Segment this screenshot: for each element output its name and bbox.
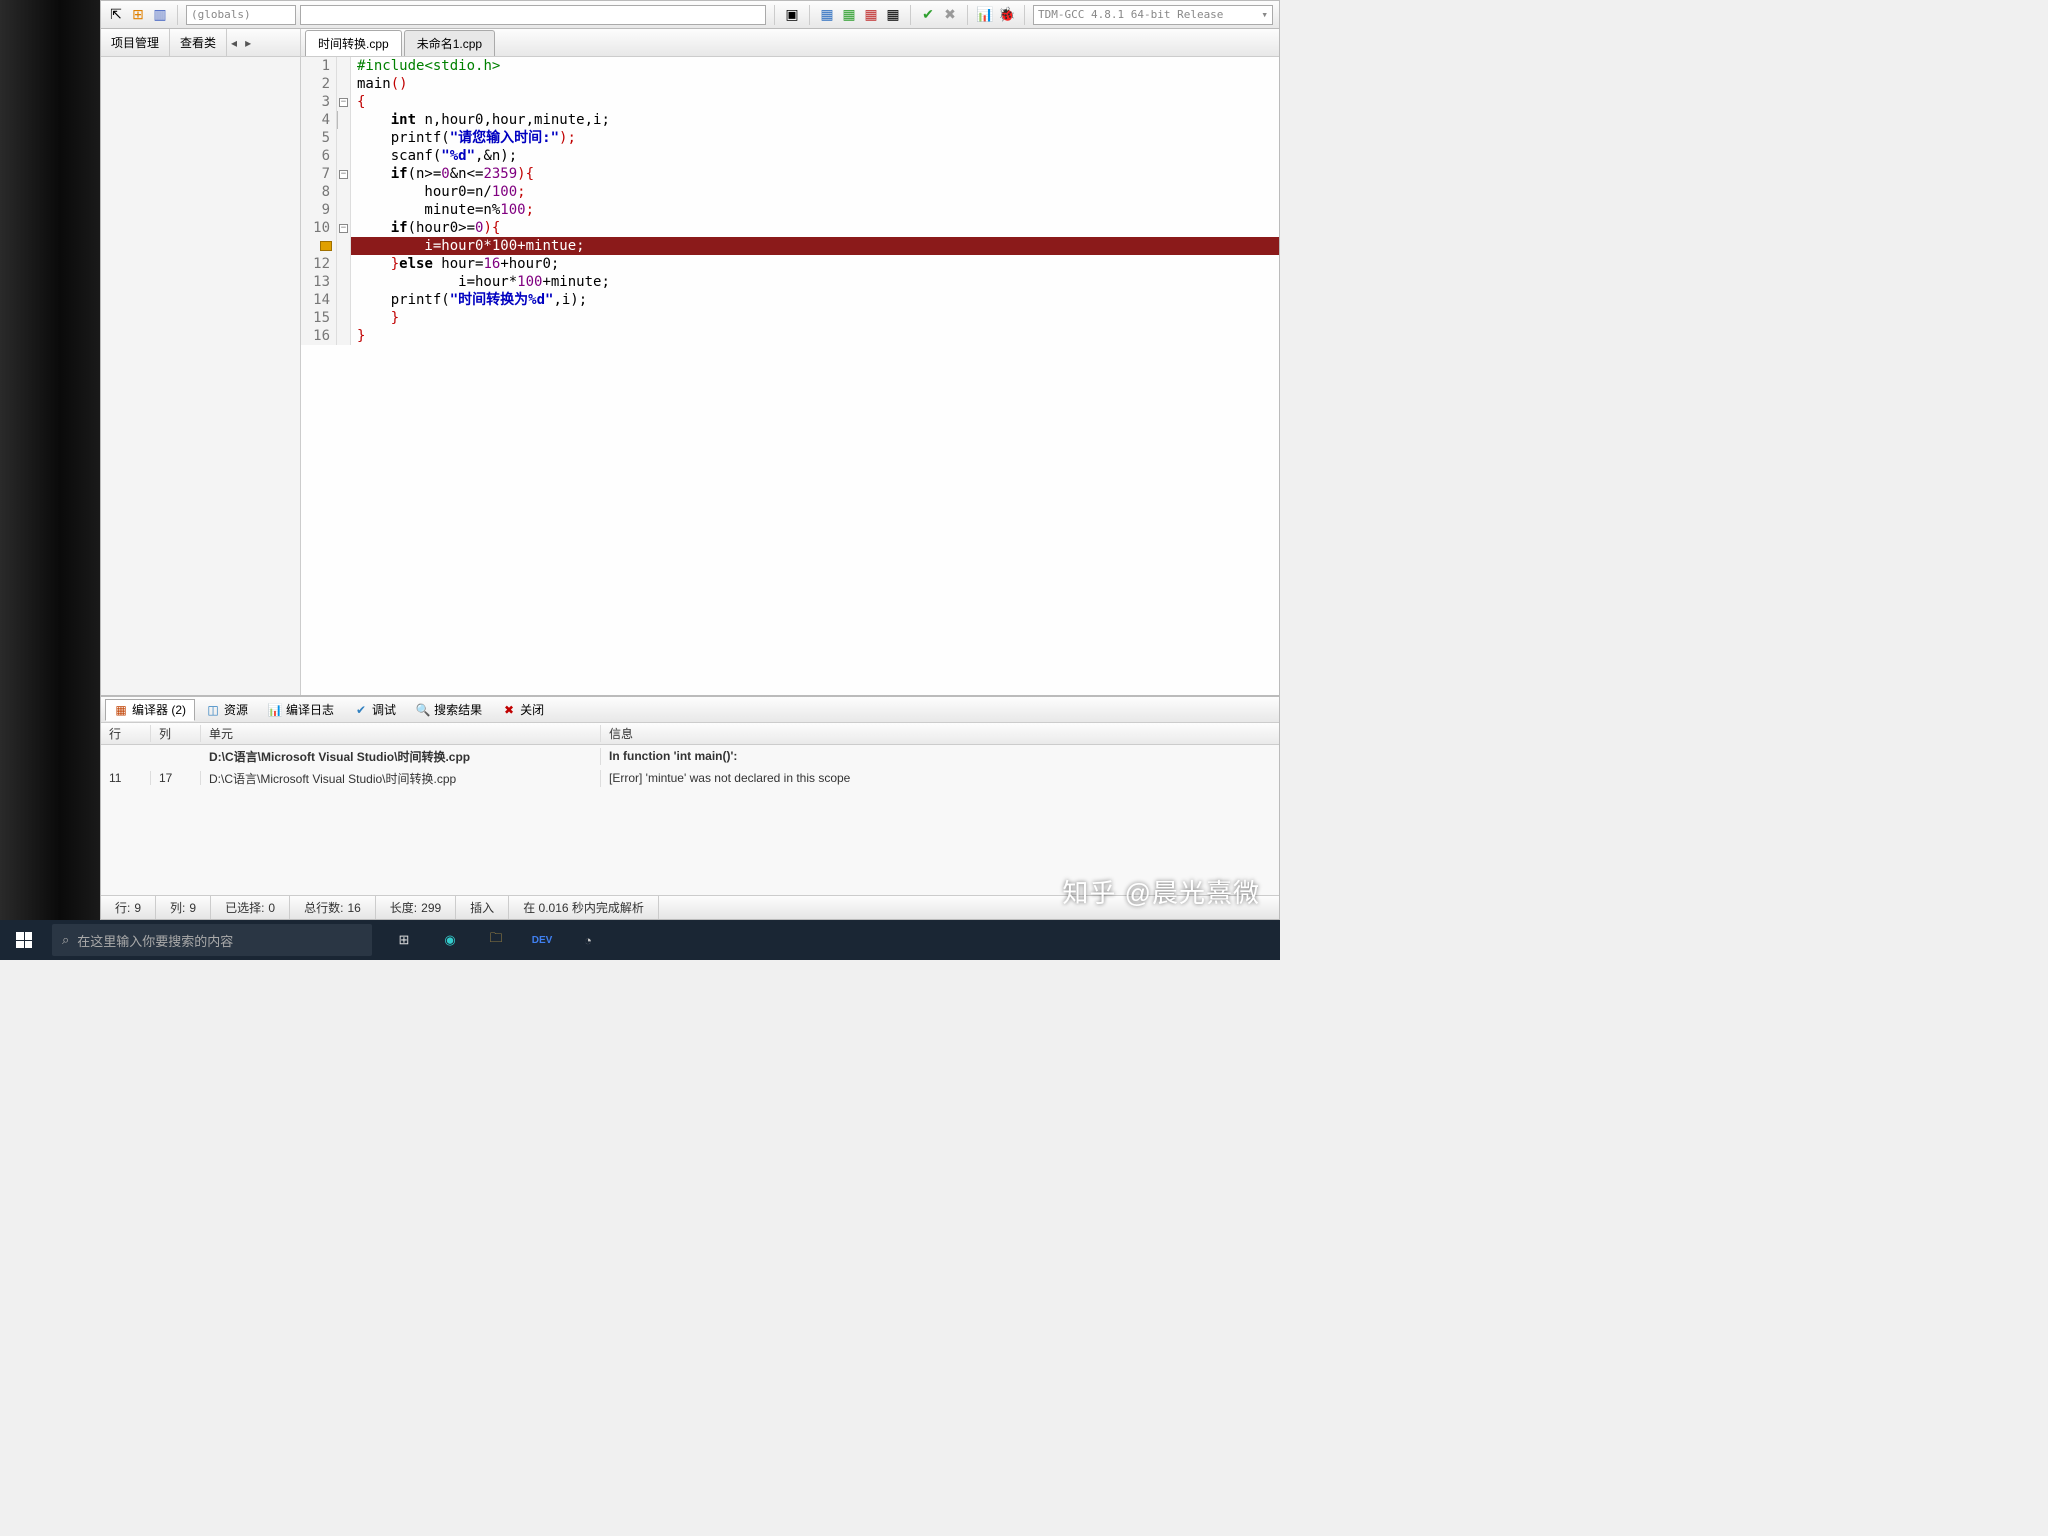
- book-icon[interactable]: ▥: [151, 6, 169, 24]
- close-icon: ✖: [502, 703, 516, 717]
- main-toolbar: ⇱ ⊞ ▥ (globals) ▣ ▦ ▦ ▦ ▦ ✔ ✖ 📊 🐞 TDM-GC…: [101, 1, 1279, 29]
- member-dropdown[interactable]: [300, 5, 766, 25]
- cancel-icon[interactable]: ✖: [941, 6, 959, 24]
- goto-icon[interactable]: ▣: [783, 6, 801, 24]
- tab-next-icon[interactable]: ▸: [241, 36, 255, 50]
- ide-window: ⇱ ⊞ ▥ (globals) ▣ ▦ ▦ ▦ ▦ ✔ ✖ 📊 🐞 TDM-GC…: [100, 0, 1280, 920]
- error-row[interactable]: 11 17 D:\C语言\Microsoft Visual Studio\时间转…: [101, 767, 1279, 789]
- col-line: 行: [101, 725, 151, 742]
- status-col: 列:9: [156, 896, 211, 919]
- window-new-icon[interactable]: ⊞: [129, 6, 147, 24]
- status-line: 行:9: [101, 896, 156, 919]
- col-col: 列: [151, 725, 201, 742]
- search-icon: 🔍: [416, 703, 430, 717]
- rebuild-icon[interactable]: ▦: [884, 6, 902, 24]
- compile-icon[interactable]: ▦: [818, 6, 836, 24]
- compile-run-icon[interactable]: ▦: [862, 6, 880, 24]
- editor-pane: 时间转换.cpp 未命名1.cpp 1#include<stdio.h> 2ma…: [301, 29, 1279, 695]
- check-icon: ✔: [354, 703, 368, 717]
- monitor-bezel: [0, 0, 100, 960]
- explorer-app[interactable]: 🗀: [474, 920, 518, 960]
- grid-icon: ▦: [114, 703, 128, 717]
- window-restore-icon[interactable]: ⇱: [107, 6, 125, 24]
- devcpp-app[interactable]: DEV: [520, 920, 564, 960]
- windows-logo-icon: [16, 932, 32, 948]
- steam-app[interactable]: ◔: [566, 920, 610, 960]
- error-bookmark-icon[interactable]: [301, 237, 337, 255]
- steam-icon: ◔: [584, 933, 592, 948]
- edge-app[interactable]: ◉: [428, 920, 472, 960]
- layers-icon: ◫: [206, 703, 220, 717]
- search-icon: ⌕: [62, 932, 69, 948]
- watermark-text: 知乎 @晨光熹微: [1062, 873, 1260, 910]
- bar-chart-icon: 📊: [268, 703, 282, 717]
- scope-dropdown[interactable]: (globals): [186, 5, 296, 25]
- compiler-dropdown[interactable]: TDM-GCC 4.8.1 64-bit Release▾: [1033, 5, 1273, 25]
- run-icon[interactable]: ▦: [840, 6, 858, 24]
- edge-icon: ◉: [444, 932, 455, 948]
- task-view-icon: ⊞: [399, 932, 410, 948]
- check-icon[interactable]: ✔: [919, 6, 937, 24]
- compile-log-tab[interactable]: 📊编译日志: [259, 699, 343, 721]
- task-view-button[interactable]: ⊞: [382, 920, 426, 960]
- resources-tab[interactable]: ◫资源: [197, 699, 257, 721]
- debug-del-icon[interactable]: 🐞: [998, 6, 1016, 24]
- search-placeholder: 在这里输入你要搜索的内容: [77, 931, 233, 950]
- col-unit: 单元: [201, 725, 601, 742]
- folder-icon: 🗀: [489, 929, 502, 951]
- class-view-tab[interactable]: 查看类: [170, 29, 227, 56]
- file-tab-2[interactable]: 未命名1.cpp: [404, 30, 495, 56]
- status-insert-mode: 插入: [456, 896, 509, 919]
- start-button[interactable]: [0, 920, 48, 960]
- status-selected: 已选择:0: [211, 896, 290, 919]
- output-panel: ▦编译器 (2) ◫资源 📊编译日志 ✔调试 🔍搜索结果 ✖关闭 行 列 单元 …: [101, 695, 1279, 895]
- col-msg: 信息: [601, 725, 1279, 742]
- search-results-tab[interactable]: 🔍搜索结果: [407, 699, 491, 721]
- debug-tab[interactable]: ✔调试: [345, 699, 405, 721]
- tab-prev-icon[interactable]: ◂: [227, 36, 241, 50]
- devcpp-icon: DEV: [532, 935, 553, 946]
- taskbar-search[interactable]: ⌕ 在这里输入你要搜索的内容: [52, 924, 372, 956]
- file-tab-1[interactable]: 时间转换.cpp: [305, 30, 402, 56]
- code-editor[interactable]: 1#include<stdio.h> 2main() 3−{ 4 int n,h…: [301, 57, 1279, 695]
- windows-taskbar: ⌕ 在这里输入你要搜索的内容 ⊞ ◉ 🗀 DEV ◔: [0, 920, 1280, 960]
- status-total-lines: 总行数:16: [290, 896, 376, 919]
- error-row[interactable]: D:\C语言\Microsoft Visual Studio\时间转换.cpp …: [101, 745, 1279, 767]
- status-length: 长度:299: [376, 896, 456, 919]
- status-parse-time: 在 0.016 秒内完成解析: [509, 896, 659, 919]
- error-list[interactable]: 行 列 单元 信息 D:\C语言\Microsoft Visual Studio…: [101, 723, 1279, 895]
- project-mgmt-tab[interactable]: 项目管理: [101, 29, 170, 56]
- compiler-output-tab[interactable]: ▦编译器 (2): [105, 699, 195, 721]
- close-output-tab[interactable]: ✖关闭: [493, 699, 553, 721]
- profile-icon[interactable]: 📊: [976, 6, 994, 24]
- project-sidebar: 项目管理 查看类 ◂ ▸: [101, 29, 301, 695]
